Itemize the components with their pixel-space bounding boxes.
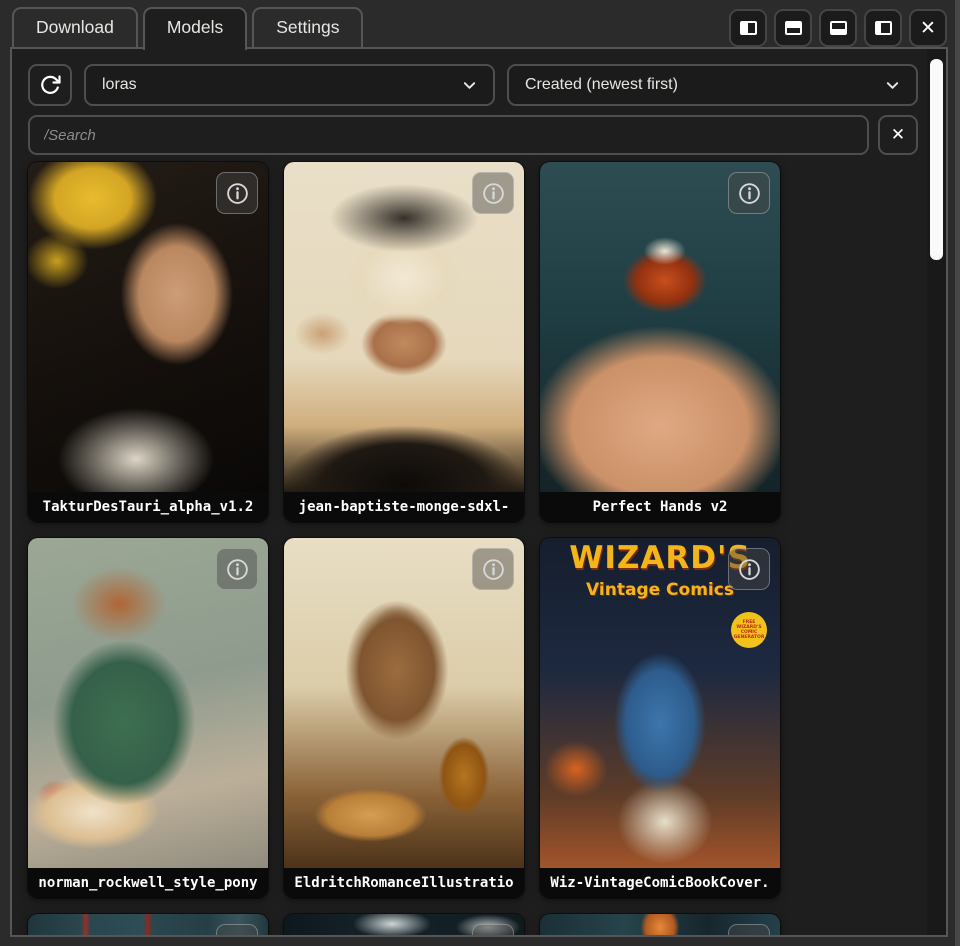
cover-badge: FREE WIZARD'S COMIC GENERATOR (731, 612, 767, 648)
model-info-button[interactable] (472, 172, 514, 214)
chevron-down-icon (462, 78, 477, 93)
model-thumbnail (284, 914, 524, 937)
scrollbar-thumb[interactable] (930, 59, 943, 260)
models-panel: loras Created (newest first) ✕ (10, 47, 948, 937)
model-thumbnail (540, 914, 780, 937)
tab-download[interactable]: Download (12, 7, 138, 47)
model-info-button[interactable] (472, 924, 514, 937)
chevron-down-icon (885, 78, 900, 93)
info-icon (737, 181, 762, 206)
scrollbar-track[interactable] (927, 49, 946, 935)
dock-top-button[interactable] (774, 9, 812, 47)
info-icon (737, 557, 762, 582)
model-thumbnail (284, 538, 524, 868)
model-card[interactable] (284, 914, 524, 937)
search-input[interactable] (28, 115, 869, 155)
model-card[interactable]: WIZARD'S Vintage Comics FREE WIZARD'S CO… (540, 538, 780, 898)
tab-models[interactable]: Models (143, 7, 247, 50)
info-icon (481, 181, 506, 206)
model-info-button[interactable] (216, 548, 258, 590)
model-name-label: Wiz-VintageComicBookCover. (540, 868, 780, 898)
model-card[interactable]: norman_rockwell_style_pony (28, 538, 268, 898)
model-thumbnail (540, 162, 780, 492)
dock-bottom-button[interactable] (819, 9, 857, 47)
dock-bottom-icon (830, 21, 847, 35)
model-info-button[interactable] (472, 548, 514, 590)
model-thumbnail: WIZARD'S Vintage Comics FREE WIZARD'S CO… (540, 538, 780, 868)
model-card[interactable] (28, 914, 268, 937)
refresh-button[interactable] (28, 64, 72, 106)
model-info-button[interactable] (216, 924, 258, 937)
search-row: ✕ (28, 115, 918, 155)
model-card[interactable]: TakturDesTauri_alpha_v1.2 (28, 162, 268, 522)
panel-left-button[interactable] (864, 9, 902, 47)
tab-bar: DownloadModelsSettings (12, 7, 363, 50)
clear-search-button[interactable]: ✕ (878, 115, 918, 155)
split-left-button[interactable] (729, 9, 767, 47)
model-name-label: Perfect Hands v2 (540, 492, 780, 522)
model-card[interactable] (540, 914, 780, 937)
tab-settings[interactable]: Settings (252, 7, 363, 47)
model-name-label: EldritchRomanceIllustratio (284, 868, 524, 898)
model-name-label: norman_rockwell_style_pony (28, 868, 268, 898)
model-type-select[interactable]: loras (84, 64, 495, 106)
panel-left-icon (875, 21, 892, 35)
close-icon: ✕ (891, 125, 905, 145)
info-icon (481, 933, 506, 938)
model-name-label: TakturDesTauri_alpha_v1.2 (28, 492, 268, 522)
info-icon (737, 933, 762, 938)
info-icon (225, 181, 250, 206)
close-button[interactable]: ✕ (909, 9, 947, 47)
info-icon (481, 557, 506, 582)
model-thumbnail (28, 914, 268, 937)
model-card[interactable]: EldritchRomanceIllustratio (284, 538, 524, 898)
sort-value: Created (newest first) (525, 76, 678, 94)
model-info-button[interactable] (216, 172, 258, 214)
model-type-value: loras (102, 76, 137, 94)
close-icon: ✕ (920, 19, 936, 38)
window-controls: ✕ (729, 9, 947, 47)
info-icon (225, 933, 250, 938)
model-name-label: jean-baptiste-monge-sdxl- (284, 492, 524, 522)
dock-top-icon (785, 21, 802, 35)
model-thumbnail (284, 162, 524, 492)
model-info-button[interactable] (728, 172, 770, 214)
model-thumbnail (28, 162, 268, 492)
browser-toolbar: loras Created (newest first) (28, 64, 918, 106)
model-grid: TakturDesTauri_alpha_v1.2 jean-baptiste-… (28, 162, 780, 937)
model-info-button[interactable] (728, 548, 770, 590)
model-info-button[interactable] (728, 924, 770, 937)
refresh-icon (38, 73, 62, 97)
model-card[interactable]: Perfect Hands v2 (540, 162, 780, 522)
sort-select[interactable]: Created (newest first) (507, 64, 918, 106)
model-card[interactable]: jean-baptiste-monge-sdxl- (284, 162, 524, 522)
info-icon (225, 557, 250, 582)
model-thumbnail (28, 538, 268, 868)
split-left-icon (740, 21, 757, 35)
